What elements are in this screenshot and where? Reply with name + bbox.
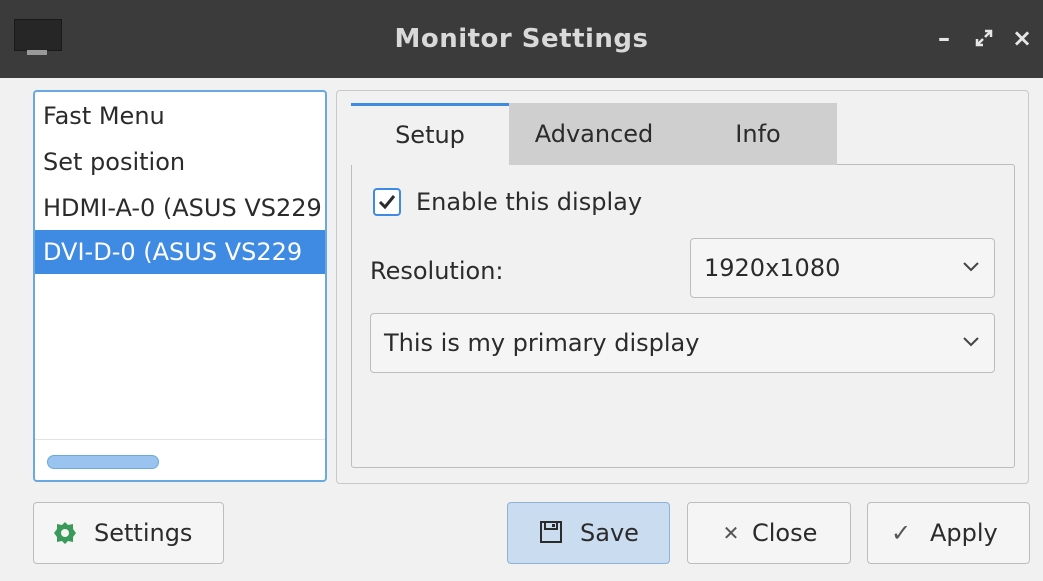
checkmark-icon [378,195,396,210]
resolution-select[interactable]: 1920x1080 [690,238,995,298]
horizontal-scrollbar[interactable] [35,439,325,480]
chevron-down-icon [963,337,979,347]
save-button[interactable]: Save [507,502,670,564]
settings-button-label: Settings [94,519,193,547]
minimize-button[interactable]: – [930,22,958,54]
save-button-label: Save [580,519,639,547]
list-item-set-position[interactable]: Set position [35,140,325,184]
close-button[interactable]: ✕ Close [687,502,851,564]
close-button-label: Close [752,519,818,547]
save-icon [538,520,564,546]
tab-advanced[interactable]: Advanced [509,103,679,165]
list-item-hdmi[interactable]: HDMI-A-0 (ASUS VS229 [35,186,325,230]
tab-setup[interactable]: Setup [351,103,509,165]
primary-display-value: This is my primary display [384,329,700,357]
window-title: Monitor Settings [394,24,649,54]
check-icon: ✓ [890,519,912,547]
enable-display-checkbox[interactable] [373,188,401,216]
chevron-down-icon [963,262,979,272]
maximize-button[interactable] [970,22,998,54]
resolution-value: 1920x1080 [704,254,841,282]
maximize-icon [975,29,993,47]
close-window-button[interactable]: × [1008,22,1036,54]
tab-info[interactable]: Info [679,103,837,165]
close-icon: ✕ [722,521,740,545]
scrollbar-thumb[interactable] [47,455,159,469]
outputs-list[interactable]: Fast Menu Set position HDMI-A-0 (ASUS VS… [33,90,327,482]
list-item-fast-menu[interactable]: Fast Menu [35,94,325,138]
list-item-dvi[interactable]: DVI-D-0 (ASUS VS229 [35,230,325,274]
settings-button[interactable]: Settings [33,502,224,564]
apply-button-label: Apply [930,519,998,547]
resolution-label: Resolution: [370,257,504,285]
enable-display-label[interactable]: Enable this display [416,184,642,220]
primary-display-select[interactable]: This is my primary display [370,313,995,373]
apply-button[interactable]: ✓ Apply [867,502,1030,564]
title-bar: Monitor Settings – × [0,0,1043,78]
settings-icon [52,520,78,546]
